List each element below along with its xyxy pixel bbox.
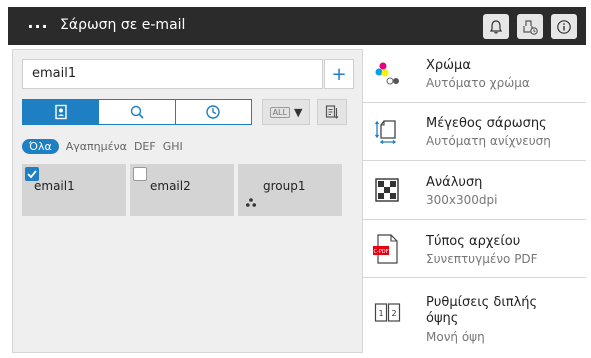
setting-color[interactable]: Χρώμα Αυτόματο χρώμα (362, 45, 586, 103)
file-type-badge: C-PDF (373, 249, 388, 255)
setting-title: Χρώμα (426, 58, 471, 73)
destination-input[interactable]: email1 (22, 59, 323, 89)
address-book-icon (54, 104, 67, 120)
tab-address-book[interactable] (23, 100, 100, 124)
setting-resolution[interactable]: Ανάλυση 300x300dpi (362, 161, 586, 220)
setting-title: Ρυθμίσεις διπλής (426, 295, 538, 310)
info-icon (557, 19, 571, 34)
destination-label: group1 (263, 179, 306, 193)
tab-history[interactable] (176, 100, 251, 124)
group-icon (246, 198, 256, 207)
chevron-down-icon: ▼ (293, 105, 303, 119)
info-button[interactable] (551, 14, 577, 39)
job-status-icon (523, 19, 538, 35)
setting-value: Συνεπτυγμένο PDF (426, 252, 538, 266)
scan-size-icon (374, 120, 397, 145)
svg-text:2: 2 (391, 309, 396, 318)
job-status-button[interactable] (517, 14, 543, 39)
setting-scan-size[interactable]: Μέγεθος σάρωσης Αυτόματη ανίχνευση (362, 103, 586, 161)
svg-text:1: 1 (378, 309, 383, 318)
settings-panel: Χρώμα Αυτόματο χρώμα Μέγεθος σάρωσης Αυτ… (362, 45, 586, 355)
setting-duplex[interactable]: 1 2 Ρυθμίσεις διπλής όψης Μονή όψη (362, 278, 586, 355)
filter-favorites[interactable]: Αγαπημένα (66, 140, 127, 153)
setting-value: 300x300dpi (426, 193, 498, 207)
filter-def[interactable]: DEF (134, 140, 156, 153)
setting-value: Αυτόματο χρώμα (426, 76, 530, 90)
add-destination-button[interactable]: + (324, 59, 354, 89)
bell-icon (490, 19, 502, 34)
tab-search[interactable] (99, 100, 176, 124)
scan-to-email-screen: ··· Σάρωση σε e-mail email1 + ALL ▼ Όλα … (8, 7, 586, 355)
notification-button[interactable] (483, 14, 509, 39)
destination-label: email2 (150, 179, 191, 193)
color-icon (375, 62, 399, 85)
setting-value: Αυτόματη ανίχνευση (426, 134, 551, 148)
filter-chips: Όλα Αγαπημένα DEF GHI (22, 137, 183, 155)
sort-button[interactable] (317, 99, 347, 125)
filter-ghi[interactable]: GHI (163, 140, 183, 153)
index-select[interactable]: ALL ▼ (262, 99, 310, 125)
index-select-value: ALL (269, 106, 290, 118)
file-type-icon: C-PDF (373, 234, 398, 264)
sort-list-icon (325, 105, 339, 119)
menu-button[interactable]: ··· (21, 15, 55, 37)
destination-label: email1 (34, 179, 75, 193)
search-icon (130, 105, 144, 119)
setting-title: Τύπος αρχείου (426, 234, 521, 249)
setting-file-type[interactable]: C-PDF Τύπος αρχείου Συνεπτυγμένο PDF (362, 220, 586, 278)
resolution-icon (375, 178, 399, 202)
destination-panel: email1 + ALL ▼ Όλα Αγαπημένα DEF GHI ema… (12, 49, 363, 353)
setting-title: Μέγεθος σάρωσης (426, 116, 547, 131)
filter-all[interactable]: Όλα (22, 138, 59, 154)
setting-title-line2: όψης (426, 311, 459, 326)
checkbox-unchecked[interactable] (133, 167, 147, 181)
top-bar: ··· Σάρωση σε e-mail (8, 7, 586, 45)
search-tabs (22, 99, 252, 125)
destination-card-email2[interactable]: email2 (130, 164, 234, 216)
duplex-icon: 1 2 (374, 303, 401, 322)
setting-title: Ανάλυση (426, 175, 483, 190)
page-title: Σάρωση σε e-mail (60, 17, 186, 33)
destination-card-email1[interactable]: email1 (22, 164, 126, 216)
setting-value: Μονή όψη (426, 330, 485, 344)
clock-icon (206, 105, 221, 119)
destination-card-group1[interactable]: group1 (238, 164, 342, 216)
